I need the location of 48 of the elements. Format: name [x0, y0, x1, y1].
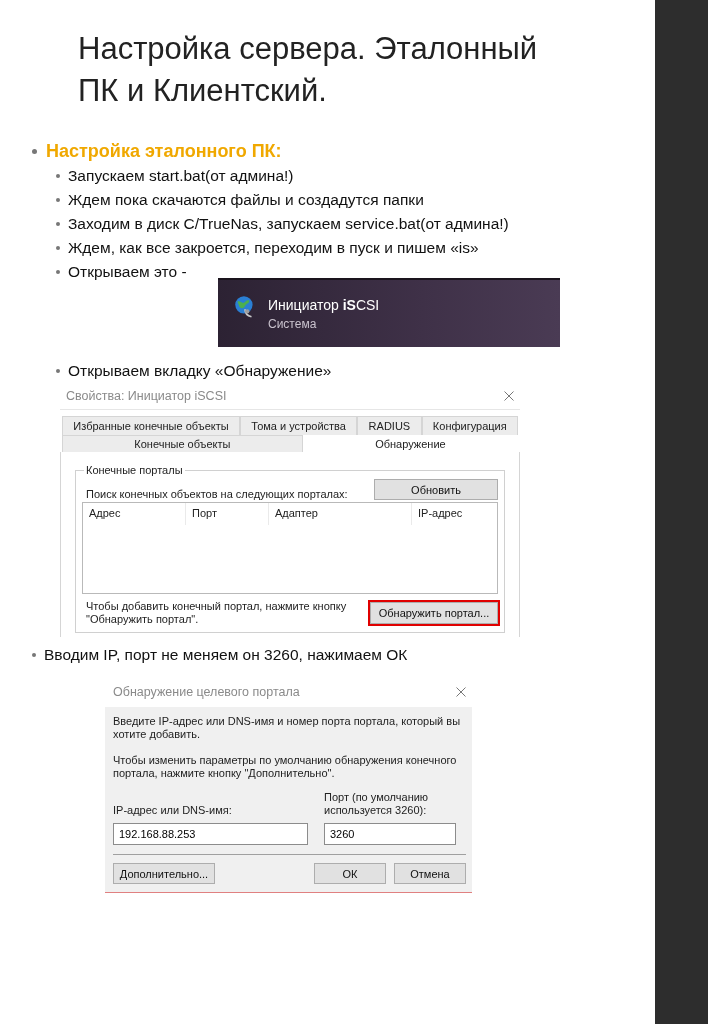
- ip-address-field[interactable]: 192.168.88.253: [113, 823, 308, 845]
- step-text: Ждем пока скачаются файлы и создадутся папки: [68, 190, 424, 210]
- column-header[interactable]: Адаптер: [269, 503, 412, 525]
- tab[interactable]: Тома и устройства: [240, 416, 358, 435]
- bullet-icon: [56, 369, 60, 373]
- step-text: Вводим IP, порт не меняем он 3260, нажимаем ОК: [44, 645, 408, 665]
- field-label: IP-адрес или DNS-имя:: [113, 804, 233, 817]
- cancel-button[interactable]: Отмена: [394, 863, 466, 884]
- hint-text: Чтобы добавить конечный портал, нажмите кнопку "Обнаружить портал".: [85, 600, 348, 626]
- close-icon[interactable]: [456, 687, 466, 697]
- bullet-icon: [56, 270, 60, 274]
- bullet-icon: [56, 174, 60, 178]
- field-label: Порт (по умолчанию используется 3260):: [324, 791, 430, 817]
- discover-portal-button[interactable]: Обнаружить портал...: [370, 602, 498, 624]
- port-field[interactable]: 3260: [324, 823, 456, 845]
- search-result[interactable]: Инициатор iSCSI Система: [218, 278, 560, 347]
- group-title: Конечные порталы: [84, 464, 185, 476]
- instruction-text: Введите IP-адрес или DNS-имя и номер порта портала, который вы хотите добавить.: [113, 715, 462, 741]
- refresh-button[interactable]: Обновить: [374, 479, 498, 500]
- bullet-icon: [32, 148, 37, 154]
- ok-button[interactable]: ОК: [314, 863, 386, 884]
- bullet-icon: [56, 246, 60, 250]
- list-label: Поиск конечных объектов на следующих порталах:: [85, 488, 348, 500]
- app-category: Система: [268, 315, 318, 333]
- step-text: Открываем это -: [68, 262, 187, 282]
- step-text: Ждем, как все закроется, переходим в пуск и пишем «is»: [68, 238, 479, 258]
- step-text: Открываем вкладку «Обнаружение»: [68, 361, 332, 381]
- column-header[interactable]: Порт: [186, 503, 269, 525]
- step-text: Заходим в диск C/TrueNas, запускаем service.bat(от админа!): [68, 214, 509, 234]
- slide-title: Настройка сервера. Эталонный: [78, 30, 539, 68]
- app-name: Инициатор iSCSI: [268, 295, 380, 315]
- tab[interactable]: Конечные объекты: [62, 435, 303, 452]
- bullet-icon: [56, 222, 60, 226]
- section-heading: Настройка эталонного ПК:: [46, 140, 282, 163]
- window-title: Свойства: Инициатор iSCSI: [66, 389, 227, 403]
- slide-title: ПК и Клиентский.: [78, 72, 328, 110]
- tab[interactable]: Избранные конечные объекты: [62, 416, 240, 435]
- advanced-button[interactable]: Дополнительно...: [113, 863, 215, 884]
- bullet-icon: [56, 198, 60, 202]
- tab[interactable]: Конфигурация: [421, 416, 519, 435]
- tab[interactable]: RADIUS: [357, 416, 422, 435]
- bullet-icon: [32, 653, 36, 657]
- window-title: Обнаружение целевого портала: [113, 685, 300, 699]
- instruction-text: Чтобы изменить параметры по умолчанию обнаружения конечного портала, нажмите кнопку "Дополнительно".: [113, 754, 458, 780]
- column-header[interactable]: IP-адрес: [412, 503, 469, 525]
- column-header[interactable]: Адрес: [83, 503, 186, 525]
- close-icon[interactable]: [504, 391, 514, 401]
- step-text: Запускаем start.bat(от админа!): [68, 166, 294, 186]
